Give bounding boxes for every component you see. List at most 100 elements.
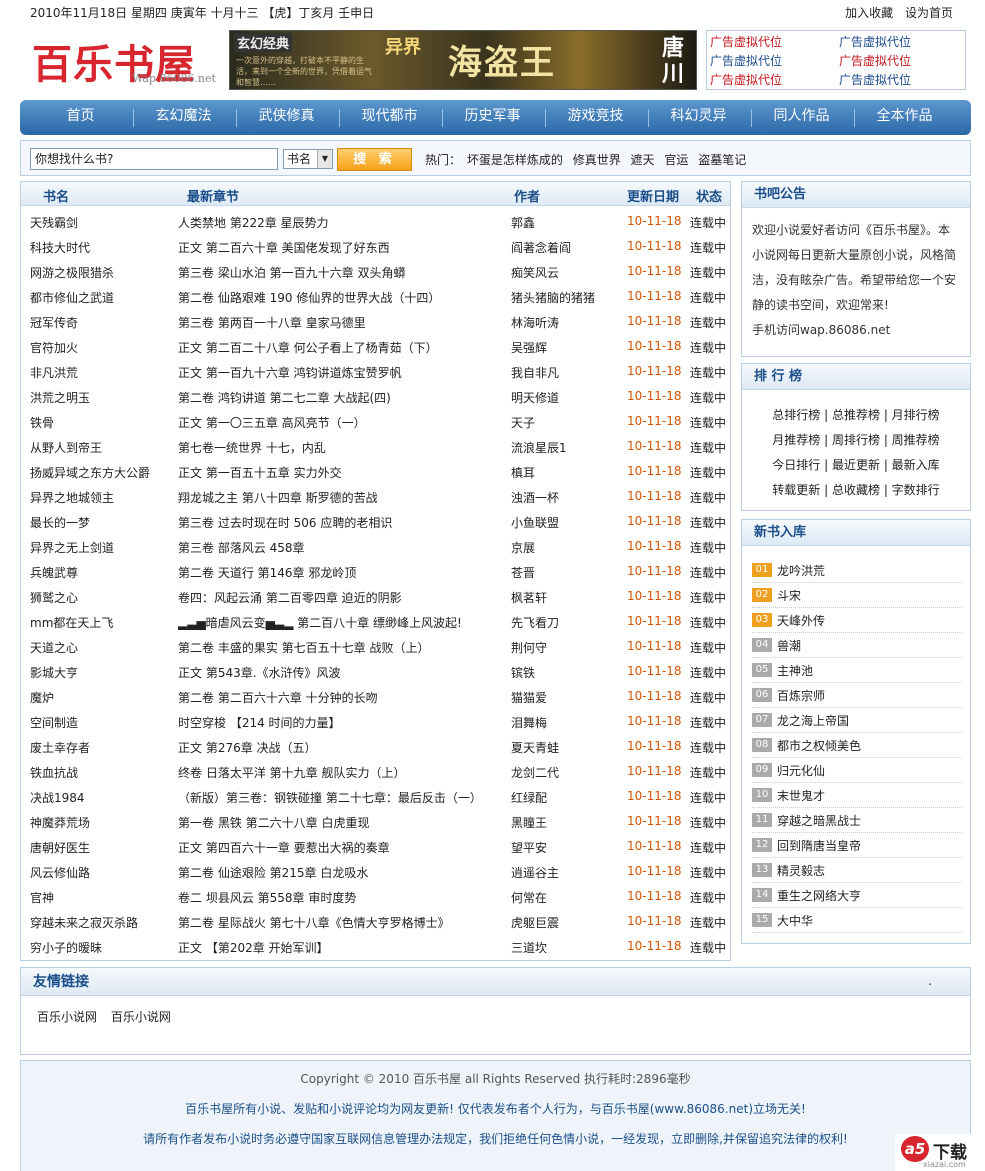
latest-chapter-link[interactable]: 正文 第四百六十一章 要惹出大祸的奏章 xyxy=(178,839,508,856)
book-name-link[interactable]: 唐朝好医生 xyxy=(30,839,175,856)
friend-link[interactable]: 百乐小说网 xyxy=(111,1010,171,1024)
latest-chapter-link[interactable]: 正文 第二百六十章 美国佬发现了好东西 xyxy=(178,239,508,256)
rank-link[interactable]: 月排行榜 xyxy=(892,408,940,422)
book-name-link[interactable]: 穿越未来之寂灭杀路 xyxy=(30,914,175,931)
new-book-title[interactable]: 天峰外传 xyxy=(777,612,825,629)
ad-link[interactable]: 广告虚拟代位 xyxy=(839,52,911,69)
hot-link[interactable]: 遮天 xyxy=(631,153,655,167)
nav-xuanhuan[interactable]: 玄幻魔法 xyxy=(132,100,235,135)
latest-chapter-link[interactable]: 第二卷 仙路艰难 190 修仙界的世界大战（十四） xyxy=(178,289,508,306)
new-book-item[interactable]: 10 末世鬼才 xyxy=(752,783,962,808)
book-name-link[interactable]: 狮鹫之心 xyxy=(30,589,175,606)
new-book-item[interactable]: 08 都市之权倾美色 xyxy=(752,733,962,758)
new-book-item[interactable]: 12 回到隋唐当皇帝 xyxy=(752,833,962,858)
latest-chapter-link[interactable]: 第三卷 第两百一十八章 皇家马德里 xyxy=(178,314,508,331)
nav-wuxia[interactable]: 武侠修真 xyxy=(235,100,338,135)
new-book-title[interactable]: 回到隋唐当皇帝 xyxy=(777,837,861,854)
rank-link[interactable]: 月推荐榜 xyxy=(772,433,820,447)
nav-dushi[interactable]: 现代都市 xyxy=(338,100,441,135)
ad-link[interactable]: 广告虚拟代位 xyxy=(710,33,782,50)
set-home-link[interactable]: 设为首页 xyxy=(905,6,953,20)
new-book-title[interactable]: 末世鬼才 xyxy=(777,787,825,804)
new-book-title[interactable]: 兽潮 xyxy=(777,637,801,654)
hot-link[interactable]: 坏蛋是怎样炼成的 xyxy=(467,153,563,167)
latest-chapter-link[interactable]: 第七卷一统世界 十七，内乱 xyxy=(178,439,508,456)
new-book-title[interactable]: 龙吟洪荒 xyxy=(777,562,825,579)
book-name-link[interactable]: 冠军传奇 xyxy=(30,314,175,331)
book-name-link[interactable]: 洪荒之明玉 xyxy=(30,389,175,406)
rank-link[interactable]: 总推荐榜 xyxy=(832,408,880,422)
book-name-link[interactable]: 神魔莽荒场 xyxy=(30,814,175,831)
ad-link[interactable]: 广告虚拟代位 xyxy=(839,71,911,88)
new-book-item[interactable]: 03 天峰外传 xyxy=(752,608,962,633)
book-name-link[interactable]: 异界之无上剑道 xyxy=(30,539,175,556)
latest-chapter-link[interactable]: （新版）第三卷：钢铁碰撞 第二十七章：最后反击（一） xyxy=(178,789,508,806)
latest-chapter-link[interactable]: 第三卷 部落风云 458章 xyxy=(178,539,508,556)
latest-chapter-link[interactable]: 卷四：风起云涌 第二百零四章 迫近的阴影 xyxy=(178,589,508,606)
latest-chapter-link[interactable]: 第三卷 过去时现在时 506 应聘的老相识 xyxy=(178,514,508,531)
book-name-link[interactable]: 魔炉 xyxy=(30,689,175,706)
book-name-link[interactable]: 影城大亨 xyxy=(30,664,175,681)
new-book-title[interactable]: 重生之网络大亨 xyxy=(777,887,861,904)
latest-chapter-link[interactable]: 第二卷 丰盛的果实 第七百五十七章 战败（上） xyxy=(178,639,508,656)
latest-chapter-link[interactable]: 卷二 坝县风云 第558章 审时度势 xyxy=(178,889,508,906)
rank-link[interactable]: 总排行榜 xyxy=(772,408,820,422)
book-name-link[interactable]: 空间制造 xyxy=(30,714,175,731)
new-book-title[interactable]: 都市之权倾美色 xyxy=(777,737,861,754)
book-name-link[interactable]: 科技大时代 xyxy=(30,239,175,256)
book-name-link[interactable]: 风云修仙路 xyxy=(30,864,175,881)
new-book-title[interactable]: 归元化仙 xyxy=(777,762,825,779)
book-name-link[interactable]: 官符加火 xyxy=(30,339,175,356)
nav-lishi[interactable]: 历史军事 xyxy=(441,100,544,135)
book-name-link[interactable]: 铁骨 xyxy=(30,414,175,431)
search-type-select[interactable]: 书名 ▼ xyxy=(283,149,333,169)
new-book-item[interactable]: 02 斗宋 xyxy=(752,583,962,608)
book-name-link[interactable]: 最长的一梦 xyxy=(30,514,175,531)
book-name-link[interactable]: 决战1984 xyxy=(30,789,175,806)
new-book-item[interactable]: 15 大中华 xyxy=(752,908,962,933)
new-book-item[interactable]: 06 百炼宗师 xyxy=(752,683,962,708)
latest-chapter-link[interactable]: 第三卷 梁山水泊 第一百九十六章 双头角蟒 xyxy=(178,264,508,281)
search-input[interactable]: 你想找什么书? xyxy=(30,148,278,170)
new-book-title[interactable]: 精灵毅志 xyxy=(777,862,825,879)
site-logo[interactable]: 百乐书屋 Wap.86086.net xyxy=(28,32,226,88)
latest-chapter-link[interactable]: 第二卷 仙途艰险 第215章 白龙吸水 xyxy=(178,864,508,881)
ad-link[interactable]: 广告虚拟代位 xyxy=(839,33,911,50)
rank-link[interactable]: 最新入库 xyxy=(892,458,940,472)
rank-link[interactable]: 周推荐榜 xyxy=(892,433,940,447)
hot-link[interactable]: 修真世界 xyxy=(573,153,621,167)
new-book-title[interactable]: 百炼宗师 xyxy=(777,687,825,704)
latest-chapter-link[interactable]: 终卷 日落太平洋 第十九章 舰队实力（上） xyxy=(178,764,508,781)
latest-chapter-link[interactable]: 正文 第一百五十五章 实力外交 xyxy=(178,464,508,481)
book-name-link[interactable]: 都市修仙之武道 xyxy=(30,289,175,306)
nav-kehuan[interactable]: 科幻灵异 xyxy=(647,100,750,135)
book-name-link[interactable]: 兵魄武尊 xyxy=(30,564,175,581)
book-name-link[interactable]: 官神 xyxy=(30,889,175,906)
book-name-link[interactable]: 扬威异域之东方大公爵 xyxy=(30,464,175,481)
latest-chapter-link[interactable]: 正文 第543章.《水浒传》风波 xyxy=(178,664,508,681)
rank-link[interactable]: 总收藏榜 xyxy=(832,483,880,497)
search-button[interactable]: 搜 索 xyxy=(337,148,412,171)
hot-link[interactable]: 盗墓笔记 xyxy=(698,153,746,167)
new-book-item[interactable]: 13 精灵毅志 xyxy=(752,858,962,883)
book-name-link[interactable]: 穷小子的暧昧 xyxy=(30,939,175,956)
book-name-link[interactable]: 从野人到帝王 xyxy=(30,439,175,456)
rank-link[interactable]: 字数排行 xyxy=(892,483,940,497)
latest-chapter-link[interactable]: 正文 第二百二十八章 何公子看上了杨青茹（下） xyxy=(178,339,508,356)
latest-chapter-link[interactable]: 人类禁地 第222章 星辰势力 xyxy=(178,214,508,231)
chevron-down-icon[interactable]: ▼ xyxy=(317,150,332,168)
book-name-link[interactable]: 天残霸剑 xyxy=(30,214,175,231)
new-book-title[interactable]: 主神池 xyxy=(777,662,813,679)
nav-youxi[interactable]: 游戏竞技 xyxy=(544,100,647,135)
new-book-item[interactable]: 11 穿越之暗黑战士 xyxy=(752,808,962,833)
new-book-item[interactable]: 04 兽潮 xyxy=(752,633,962,658)
new-book-title[interactable]: 斗宋 xyxy=(777,587,801,604)
ad-link[interactable]: 广告虚拟代位 xyxy=(710,52,782,69)
book-name-link[interactable]: 网游之极限猎杀 xyxy=(30,264,175,281)
book-name-link[interactable]: 异界之地城领主 xyxy=(30,489,175,506)
nav-quanben[interactable]: 全本作品 xyxy=(853,100,956,135)
rank-link[interactable]: 今日排行 xyxy=(772,458,820,472)
book-name-link[interactable]: mm都在天上飞 xyxy=(30,614,175,631)
latest-chapter-link[interactable]: 正文 第一〇三五章 高风亮节（一） xyxy=(178,414,508,431)
nav-tongren[interactable]: 同人作品 xyxy=(750,100,853,135)
